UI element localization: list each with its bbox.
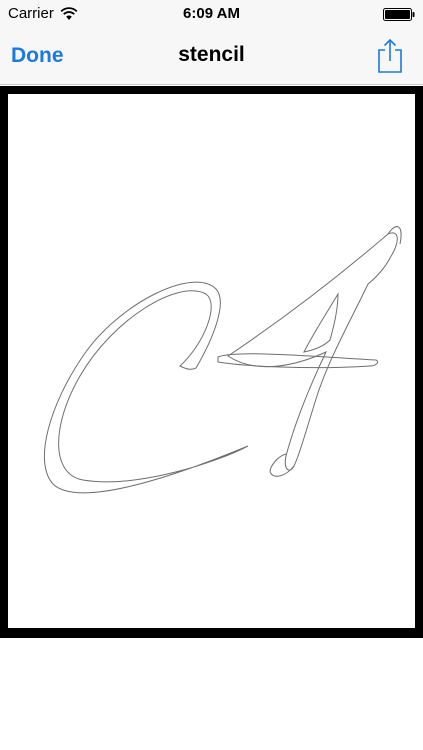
status-bar: Carrier 6:09 AM: [0, 0, 423, 28]
page-title: stencil: [178, 43, 245, 66]
stencil-frame: [0, 86, 423, 638]
status-time: 6:09 AM: [183, 5, 240, 22]
screen: Carrier 6:09 AM Done stencil: [0, 0, 423, 750]
share-icon[interactable]: [375, 38, 405, 74]
battery-icon: [383, 8, 415, 21]
stencil-canvas: [8, 94, 415, 628]
stencil-art-script-ca: [43, 226, 402, 494]
navigation-bar: Done stencil: [0, 28, 423, 85]
